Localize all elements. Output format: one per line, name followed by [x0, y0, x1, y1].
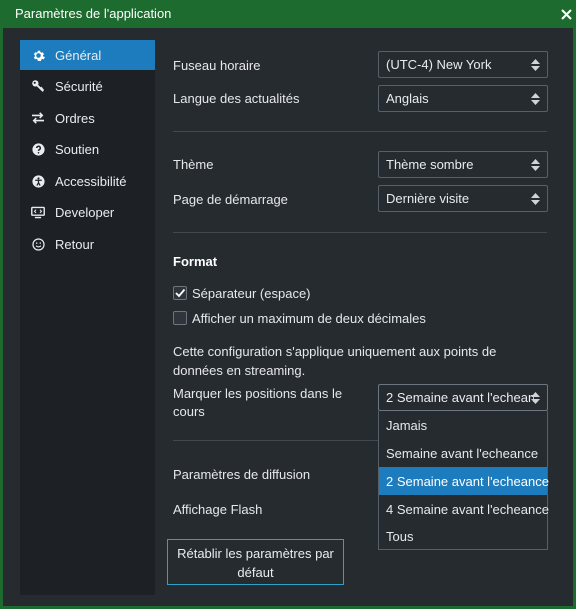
broadcast-settings-label: Paramètres de diffusion — [173, 467, 311, 482]
sidebar-item-orders[interactable]: Ordres — [20, 103, 155, 133]
format-section-title: Format — [173, 254, 218, 269]
theme-value: Thème sombre — [386, 157, 474, 172]
monitor-code-icon — [31, 205, 45, 219]
sidebar-item-label: Retour — [55, 236, 95, 252]
smiley-icon — [31, 237, 45, 251]
divider — [173, 440, 378, 441]
separator-checkbox[interactable] — [173, 286, 187, 300]
sidebar-item-security[interactable]: Sécurité — [20, 71, 155, 101]
start-page-select[interactable]: Dernière visite — [378, 185, 548, 212]
dropdown-option[interactable]: Jamais — [379, 411, 547, 439]
reset-defaults-button[interactable]: Rétablir les paramètres par défaut — [167, 539, 344, 585]
close-button[interactable] — [553, 0, 576, 28]
mark-positions-select[interactable]: 2 Semaine avant l'echeance — [378, 384, 548, 411]
sidebar-item-accessibility[interactable]: Accessibilité — [20, 166, 155, 196]
flash-display-label: Affichage Flash — [173, 502, 263, 517]
checkmark-icon — [175, 288, 186, 298]
sidebar-item-label: Sécurité — [55, 78, 103, 94]
sidebar-item-label: Général — [55, 47, 102, 63]
sidebar-item-label: Accessibilité — [55, 173, 127, 189]
news-language-label: Langue des actualités — [173, 91, 300, 106]
sidebar-item-label: Soutien — [55, 141, 100, 157]
start-page-label: Page de démarrage — [173, 192, 288, 207]
dialog-title: Paramètres de l'application — [15, 6, 172, 21]
select-arrows-icon — [531, 93, 540, 105]
timezone-value: (UTC-4) New York — [386, 57, 492, 72]
timezone-select[interactable]: (UTC-4) New York — [378, 51, 548, 78]
start-page-value: Dernière visite — [386, 191, 470, 206]
mark-positions-value: 2 Semaine avant l'echeance — [386, 390, 534, 405]
two-decimals-label: Afficher un maximum de deux décimales — [192, 311, 426, 326]
select-arrows-icon — [531, 159, 540, 171]
streaming-note: Cette configuration s'applique uniquemen… — [173, 344, 497, 378]
dropdown-option-selected[interactable]: 2 Semaine avant l'echeance — [379, 467, 549, 495]
mark-positions-dropdown: Jamais Semaine avant l'echeance 2 Semain… — [378, 411, 549, 550]
close-icon — [560, 8, 572, 20]
sidebar-item-developer[interactable]: Developer — [20, 197, 155, 227]
divider — [173, 131, 547, 132]
sidebar-item-label: Ordres — [55, 110, 95, 126]
divider — [173, 232, 547, 233]
theme-select[interactable]: Thème sombre — [378, 151, 548, 178]
settings-dialog: Paramètres de l'application Général Sécu… — [0, 0, 576, 609]
settings-sidebar: Général Sécurité Ordres Soutien Accessib… — [20, 40, 155, 595]
key-icon — [31, 79, 45, 93]
select-arrows-icon — [531, 59, 540, 71]
sidebar-item-support[interactable]: Soutien — [20, 134, 155, 164]
news-language-value: Anglais — [386, 91, 429, 106]
select-arrows-icon — [531, 392, 540, 404]
news-language-select[interactable]: Anglais — [378, 85, 548, 112]
dropdown-option[interactable]: 4 Semaine avant l'echeance — [379, 495, 549, 523]
question-icon — [31, 142, 45, 156]
sidebar-item-feedback[interactable]: Retour — [20, 229, 155, 259]
two-decimals-checkbox[interactable] — [173, 311, 187, 325]
timezone-label: Fuseau horaire — [173, 58, 261, 73]
swap-arrows-icon — [31, 111, 45, 125]
dropdown-option[interactable]: Tous — [379, 522, 547, 550]
separator-label: Séparateur (espace) — [192, 286, 311, 301]
sidebar-item-general[interactable]: Général — [20, 40, 155, 70]
dropdown-option[interactable]: Semaine avant l'echeance — [379, 439, 547, 467]
gear-icon — [31, 48, 45, 62]
select-arrows-icon — [531, 193, 540, 205]
sidebar-item-label: Developer — [55, 204, 115, 220]
accessibility-icon — [31, 174, 45, 188]
title-bar[interactable]: Paramètres de l'application — [3, 0, 576, 28]
theme-label: Thème — [173, 157, 214, 172]
mark-positions-label: Marquer les positions dans le cours — [173, 386, 343, 419]
